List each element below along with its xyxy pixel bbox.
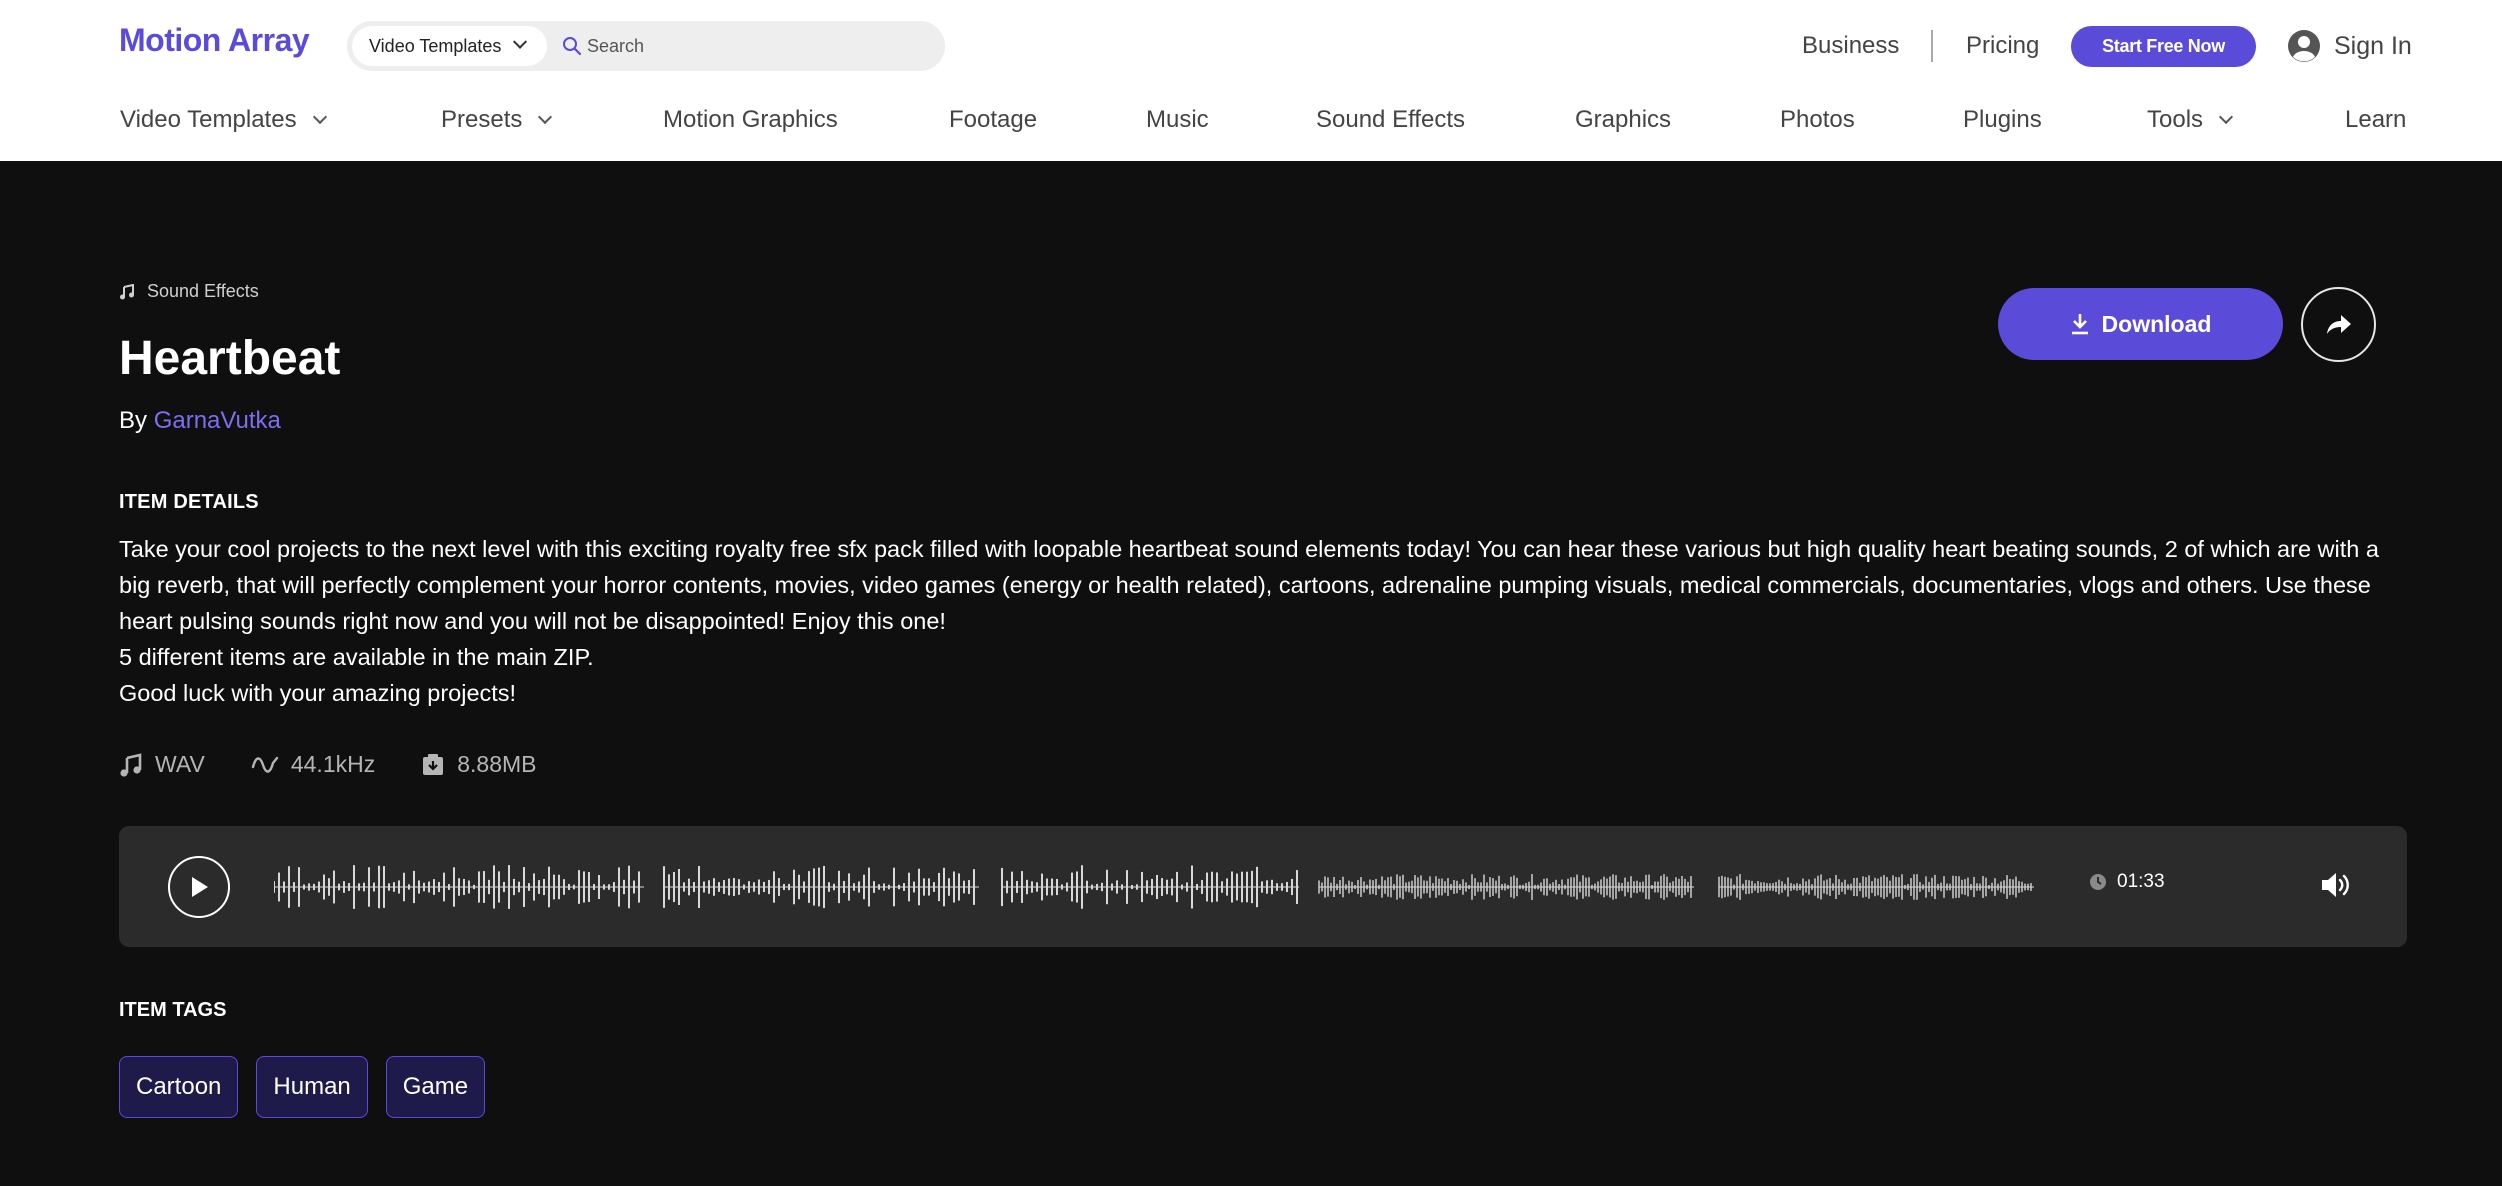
format-value: WAV (155, 751, 205, 777)
by-label: By (119, 407, 148, 434)
size-value: 8.88MB (457, 751, 537, 777)
waveform-scrubber[interactable] (274, 851, 2034, 923)
chevron-down-icon (538, 109, 553, 125)
download-button[interactable]: Download (1998, 288, 2283, 360)
main-nav: Video Templates Presets Motion Graphics … (0, 92, 2502, 161)
sign-in-link[interactable]: Sign In (2334, 32, 2412, 61)
chevron-down-icon (312, 109, 327, 125)
music-note-icon (120, 283, 134, 299)
play-button[interactable] (168, 856, 230, 918)
nav-label: Footage (949, 106, 1038, 133)
business-link[interactable]: Business (1802, 32, 1899, 60)
nav-plugins[interactable]: Plugins (1963, 106, 2042, 134)
description-paragraph: 5 different items are available in the m… (119, 644, 594, 670)
audio-player: 01:33 (119, 826, 2407, 947)
chevron-down-icon (513, 34, 528, 49)
logo[interactable]: Motion Array (119, 22, 310, 59)
volume-icon[interactable] (2319, 868, 2353, 902)
download-label: Download (2101, 310, 2212, 337)
nav-label: Presets (441, 106, 523, 133)
item-tags-heading: ITEM TAGS (119, 999, 227, 1021)
tag-game[interactable]: Game (385, 1056, 486, 1118)
music-note-icon (120, 752, 142, 777)
nav-video-templates[interactable]: Video Templates (120, 106, 327, 134)
play-icon (192, 877, 208, 897)
site-header: Motion Array Video Templates Business Pr… (0, 0, 2502, 161)
sample-rate-value: 44.1kHz (290, 751, 376, 777)
nav-learn[interactable]: Learn (2345, 106, 2406, 134)
breadcrumb[interactable]: Sound Effects (119, 281, 259, 302)
search-category-select[interactable]: Video Templates (352, 26, 547, 66)
description-paragraph: Take your cool projects to the next leve… (119, 536, 2379, 634)
tag-cartoon[interactable]: Cartoon (119, 1056, 239, 1118)
file-meta: WAV 44.1kHz 8.88MB (119, 751, 582, 778)
nav-label: Video Templates (120, 106, 297, 133)
duration-display: 01:33 (2089, 871, 2165, 893)
nav-footage[interactable]: Footage (949, 106, 1037, 134)
user-avatar-icon[interactable] (2287, 29, 2321, 63)
sample-rate-meta: 44.1kHz (251, 751, 375, 778)
size-meta: 8.88MB (421, 751, 536, 778)
nav-label: Music (1146, 106, 1209, 133)
breadcrumb-category: Sound Effects (147, 281, 259, 301)
nav-label: Motion Graphics (663, 106, 838, 133)
page-title: Heartbeat (119, 332, 341, 385)
nav-label: Tools (2147, 106, 2204, 133)
author-line: By GarnaVutka (119, 407, 281, 435)
tag-list: Cartoon Human Game (119, 1056, 503, 1118)
search-bar: Video Templates (347, 21, 945, 71)
nav-label: Plugins (1963, 106, 2042, 133)
pricing-link[interactable]: Pricing (1966, 32, 2039, 60)
search-icon (563, 37, 582, 56)
nav-label: Graphics (1575, 106, 1672, 133)
nav-sound-effects[interactable]: Sound Effects (1316, 106, 1465, 134)
nav-motion-graphics[interactable]: Motion Graphics (663, 106, 838, 134)
item-details-heading: ITEM DETAILS (119, 491, 259, 513)
nav-photos[interactable]: Photos (1780, 106, 1855, 134)
nav-label: Photos (1780, 106, 1855, 133)
nav-tools[interactable]: Tools (2147, 106, 2234, 134)
clock-icon (2090, 874, 2106, 890)
tag-human[interactable]: Human (256, 1056, 368, 1118)
divider (1931, 30, 1933, 62)
top-bar: Motion Array Video Templates Business Pr… (0, 0, 2502, 92)
file-size-icon (423, 753, 444, 775)
author-link[interactable]: GarnaVutka (154, 407, 281, 434)
chevron-down-icon (2218, 109, 2234, 125)
nav-graphics[interactable]: Graphics (1575, 106, 1671, 134)
share-button[interactable] (2301, 287, 2376, 362)
wave-icon (251, 756, 279, 773)
search-input[interactable] (587, 26, 927, 66)
search-category-label: Video Templates (369, 35, 502, 56)
format-meta: WAV (119, 751, 205, 778)
start-free-button[interactable]: Start Free Now (2071, 26, 2256, 67)
item-description: Take your cool projects to the next leve… (119, 531, 2409, 711)
nav-label: Sound Effects (1316, 106, 1465, 133)
description-paragraph: Good luck with your amazing projects! (119, 680, 517, 706)
download-icon (2071, 314, 2088, 335)
share-icon (2326, 314, 2351, 334)
nav-presets[interactable]: Presets (441, 106, 553, 134)
item-page: Sound Effects Heartbeat By GarnaVutka Do… (0, 161, 2502, 1186)
duration-value: 01:33 (2117, 871, 2165, 892)
nav-label: Learn (2345, 106, 2407, 133)
nav-music[interactable]: Music (1146, 106, 1209, 134)
